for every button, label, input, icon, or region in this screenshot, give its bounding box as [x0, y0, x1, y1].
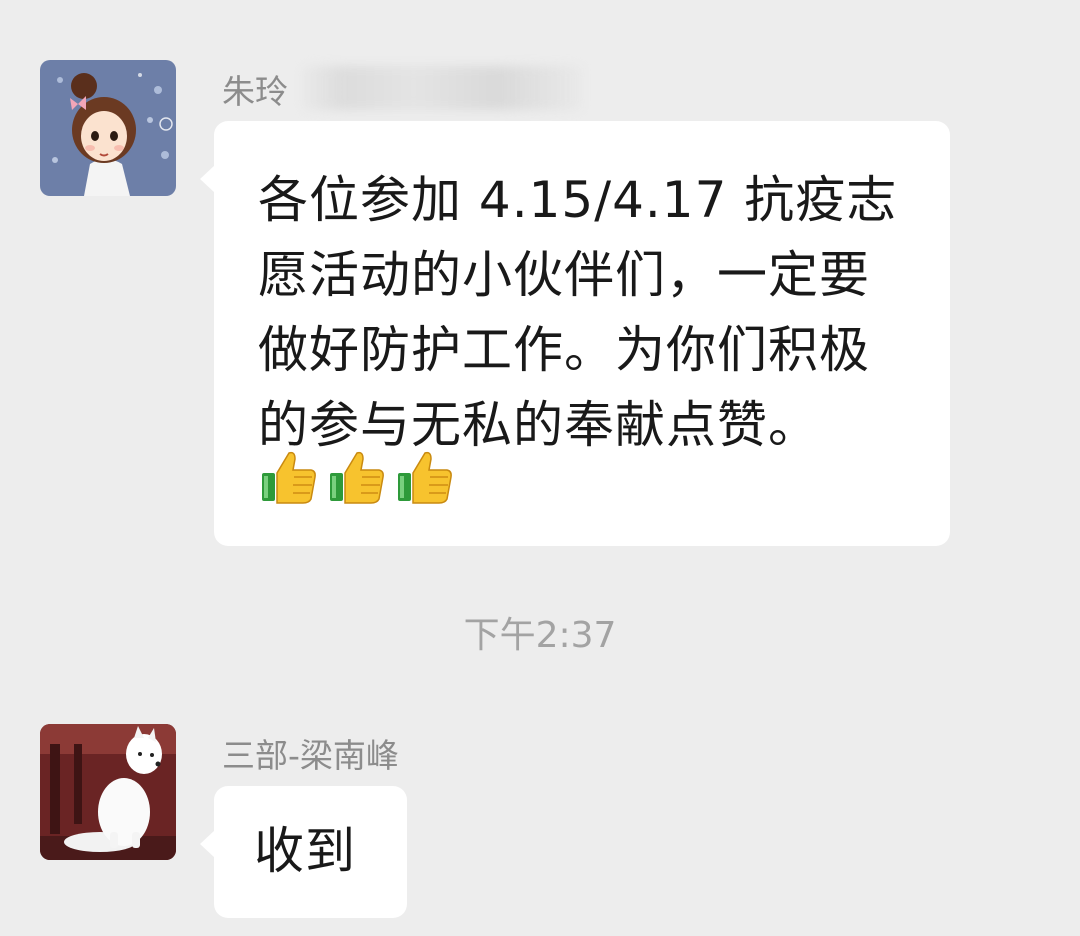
emoji-row: [258, 447, 454, 507]
white-dog-avatar-icon[interactable]: [40, 724, 176, 860]
message-timestamp: 下午2:37: [463, 615, 617, 656]
message-text: 收到: [254, 822, 356, 880]
message-bubble[interactable]: 各位参加 4.15/4.17 抗疫志 愿活动的小伙伴们，一定要 做好防护工作。为…: [200, 121, 950, 546]
message-bubble[interactable]: 收到: [200, 786, 407, 918]
redacted-name-blur: [302, 66, 582, 110]
sender-name: 朱玲: [222, 72, 288, 111]
message-text: 各位参加 4.15/4.17 抗疫志 愿活动的小伙伴们，一定要 做好防护工作。为…: [258, 171, 898, 454]
sender-name: 三部-梁南峰: [222, 736, 399, 775]
thumbs-up-icon: [394, 447, 454, 507]
cartoon-girl-avatar-icon[interactable]: [40, 60, 176, 196]
thumbs-up-icon: [326, 447, 386, 507]
thumbs-up-icon: [258, 447, 318, 507]
